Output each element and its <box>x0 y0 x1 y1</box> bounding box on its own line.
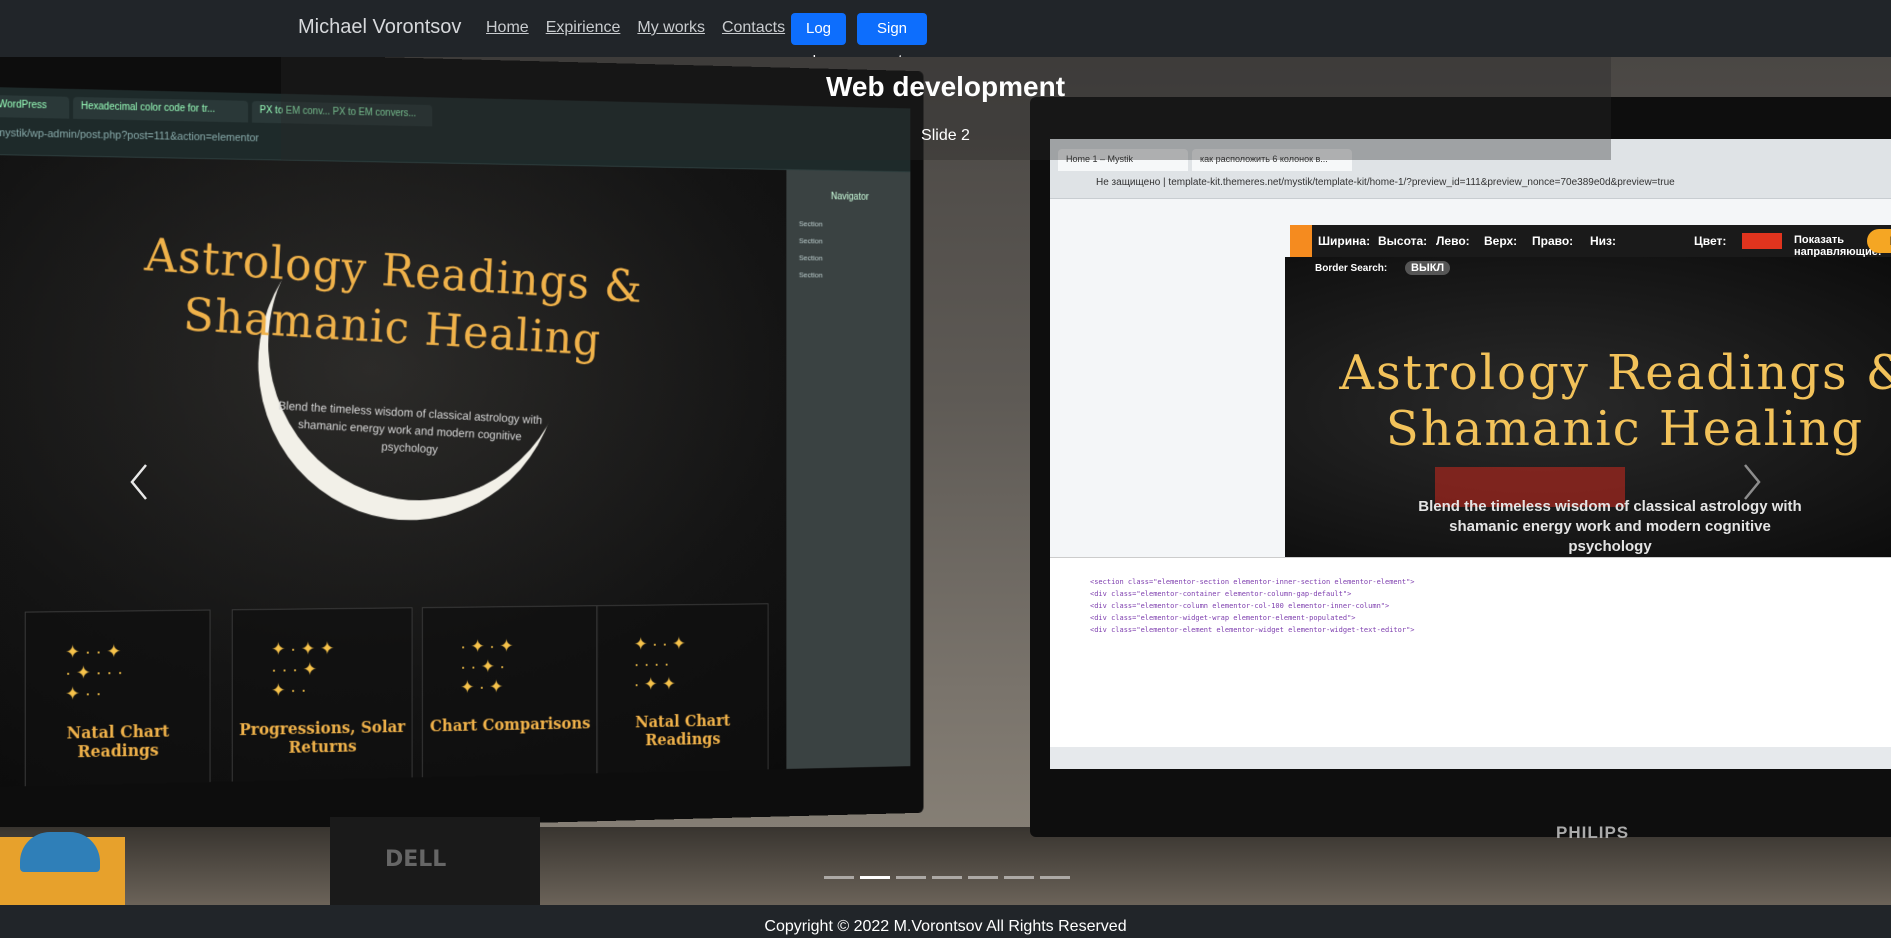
carousel-indicator-4[interactable] <box>932 876 962 879</box>
nav-link-contacts[interactable]: Contacts <box>722 19 785 37</box>
right-astro-title: Astrology Readings & Shamanic Healing <box>1339 345 1891 457</box>
philips-logo: PHILIPS <box>1556 823 1630 842</box>
service-card: ✦ · · ✦ · · · · · ✦ ✦ Natal Chart Readings <box>596 603 769 779</box>
slide-caption-title: Web development <box>825 71 1066 102</box>
devtools-code: <div class="elementor-container elemento… <box>1090 590 1352 598</box>
navigator-item: Section <box>798 219 823 229</box>
toolbar-label: Высота: <box>1378 234 1428 248</box>
carousel-next-button[interactable] <box>1737 457 1767 507</box>
left-monitor-screen: WordPress Hexadecimal color code for tr.… <box>0 87 911 787</box>
right-taskbar <box>1050 747 1891 769</box>
toolbar-label: Верх: <box>1484 234 1518 248</box>
toolbar-label: Низ: <box>1590 234 1617 248</box>
toolbar-label: Лево: <box>1436 234 1470 248</box>
nav-link-home[interactable]: Home <box>486 19 529 37</box>
left-monitor: WordPress Hexadecimal color code for tr.… <box>0 57 924 837</box>
constellation-icon: ✦ · · ✦ · ✦ · · · ✦ · · <box>65 641 124 704</box>
devtools-code: <div class="elementor-element elementor-… <box>1090 626 1415 634</box>
service-cards: ✦ · · ✦ · ✦ · · · ✦ · · Natal Chart Readin… <box>24 603 769 787</box>
desk-toy-figure <box>20 832 100 872</box>
hero-carousel: WordPress Hexadecimal color code for tr.… <box>0 57 1891 905</box>
top-navbar: Michael Vorontsov Home Expirience My wor… <box>0 0 1891 69</box>
carousel-indicator-2[interactable] <box>860 876 890 879</box>
constellation-icon: ✦ · ✦ ✦ · · · ✦ ✦ · · <box>271 638 335 701</box>
service-card: ✦ · ✦ ✦ · · · ✦ ✦ · · Progressions, Solar … <box>231 607 413 787</box>
right-preview: Border Search: ВЫКЛ Astrology Readings &… <box>1285 257 1891 557</box>
carousel-indicators <box>824 876 1070 879</box>
carousel-prev-button[interactable] <box>124 457 154 507</box>
navigator-item: Section <box>798 270 823 280</box>
slide-photo: WordPress Hexadecimal color code for tr.… <box>0 57 1891 905</box>
carousel-indicator-1[interactable] <box>824 876 854 879</box>
navigator-item: Section <box>798 253 823 263</box>
page-footer: Copyright © 2022 M.Vorontsov All Rights … <box>0 905 1891 938</box>
carousel-indicator-5[interactable] <box>968 876 998 879</box>
service-card: · ✦ · ✦ · · ✦ · ✦ · ✦ Chart Comparisons <box>421 605 599 783</box>
nav-links: Home Expirience My works Contacts <box>486 19 802 37</box>
chevron-left-icon <box>130 464 147 500</box>
color-swatch <box>1742 233 1782 249</box>
constellation-icon: · ✦ · ✦ · · ✦ · ✦ · ✦ <box>460 636 514 697</box>
brand-name[interactable]: Michael Vorontsov <box>298 16 461 39</box>
service-card-label: Natal Chart Readings <box>66 721 170 762</box>
border-search-label: Border Search: <box>1315 263 1388 274</box>
right-url: Не защищено | template-kit.themeres.net/… <box>1096 177 1675 188</box>
carousel-indicator-7[interactable] <box>1040 876 1070 879</box>
copyright-text: Copyright © 2022 M.Vorontsov All Rights … <box>764 918 1127 935</box>
service-card-label: Natal Chart Readings <box>635 711 731 750</box>
right-monitor-screen: Home 1 – Mystik как расположить 6 колоно… <box>1050 139 1891 769</box>
chevron-right-icon <box>1744 464 1761 500</box>
nav-link-experience[interactable]: Expirience <box>546 19 621 37</box>
toolbar-toggle: ВКЛ <box>1867 229 1891 253</box>
toolbar-label: Право: <box>1532 234 1574 248</box>
slide-caption-text: Slide 2 <box>921 127 970 144</box>
carousel-indicator-6[interactable] <box>1004 876 1034 879</box>
constellation-icon: ✦ · · ✦ · · · · · ✦ ✦ <box>633 633 686 694</box>
dell-logo: DELL <box>385 847 447 872</box>
toolbar-label: Цвет: <box>1694 234 1727 248</box>
left-astro-title: Astrology Readings & Shamanic Healing <box>143 227 645 366</box>
signout-button[interactable]: Sign out <box>857 13 927 69</box>
devtools-panel: <section class="elementor-section elemen… <box>1050 557 1891 747</box>
navigator-item: Section <box>798 236 823 246</box>
service-card: ✦ · · ✦ · ✦ · · · ✦ · · Natal Chart Readin… <box>24 609 211 787</box>
toolbar-label: Ширина: <box>1318 234 1371 248</box>
pixel-ruler-toolbar: Ширина: Высота: Лево: Верх: Право: Низ: … <box>1290 225 1891 258</box>
elementor-navigator-panel: Navigator Section Section Section Sectio… <box>786 170 911 777</box>
devtools-code: <div class="elementor-widget-wrap elemen… <box>1090 614 1356 622</box>
nav-link-my-works[interactable]: My works <box>637 19 705 37</box>
service-card-label: Progressions, Solar Returns <box>239 717 406 757</box>
carousel-indicator-3[interactable] <box>896 876 926 879</box>
login-button[interactable]: Log In <box>791 13 846 69</box>
border-search-toggle: ВЫКЛ <box>1405 261 1451 275</box>
devtools-code: <section class="elementor-section elemen… <box>1090 578 1415 586</box>
devtools-code: <div class="elementor-column elementor-c… <box>1090 602 1390 610</box>
navigator-title: Navigator <box>830 191 869 203</box>
service-card-label: Chart Comparisons <box>429 713 591 736</box>
